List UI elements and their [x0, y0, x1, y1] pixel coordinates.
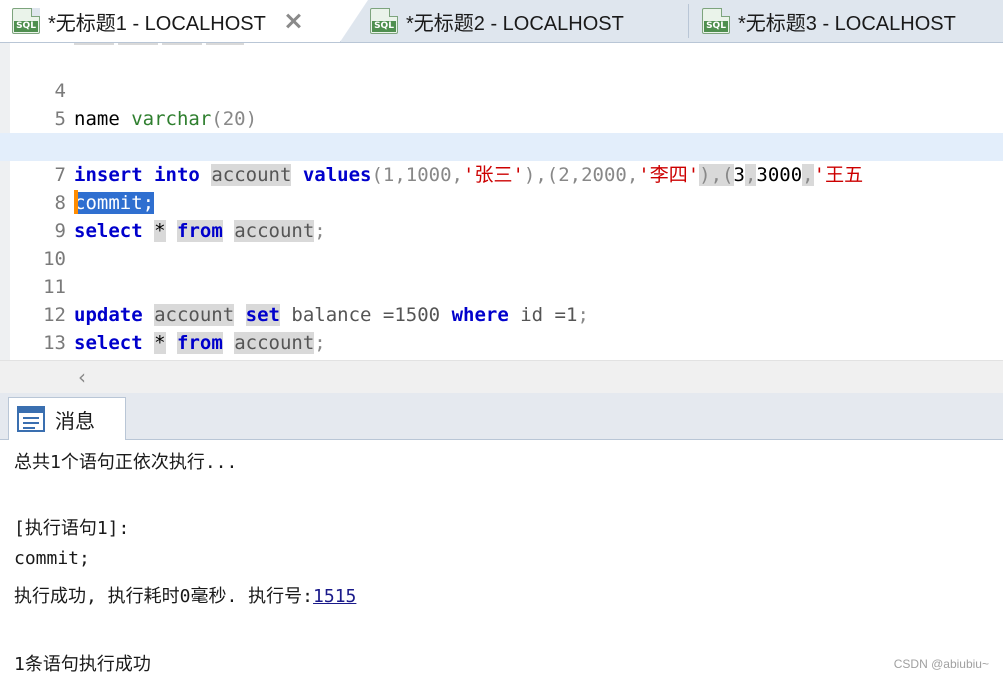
message-statement-sql: commit;	[14, 548, 90, 569]
code-line-11[interactable]: 11 update account set balance =1500 wher…	[0, 245, 1003, 326]
execution-number-link[interactable]: 1515	[313, 586, 356, 607]
message-output: 总共1个语句正依次执行... [执行语句1]: commit; 执行成功, 执行…	[0, 440, 1003, 679]
message-result: 执行成功, 执行耗时0毫秒. 执行号:1515	[14, 586, 357, 607]
sql-file-icon: SQL	[12, 8, 40, 34]
message-statement-header: [执行语句1]:	[14, 518, 130, 539]
tab-label: 消息	[55, 408, 95, 433]
message-summary: 1条语句执行成功	[14, 654, 151, 675]
code-line-6[interactable]: 6 insert into account values(1,1000,'张三'…	[0, 105, 1003, 186]
partially-visible-line	[74, 43, 244, 45]
message-panel-icon	[17, 406, 45, 432]
code-line-5[interactable]: 5 );	[0, 77, 1003, 158]
code-line-9[interactable]: 9	[0, 189, 1003, 242]
code-line-10[interactable]: 10	[0, 217, 1003, 270]
tab-label: *无标题1 - LOCALHOST	[48, 12, 266, 35]
horizontal-scrollbar[interactable]: ‹	[0, 360, 1003, 393]
close-tab-icon[interactable]	[284, 12, 302, 30]
code-line-13[interactable]: 13	[0, 301, 1003, 354]
sql-file-icon: SQL	[702, 8, 730, 34]
code-line-14[interactable]: 14	[0, 329, 1003, 357]
tab-label: *无标题2 - LOCALHOST	[406, 12, 624, 35]
chevron-left-icon[interactable]: ‹	[78, 365, 86, 389]
code-line-12[interactable]: 12 select * from account;	[0, 273, 1003, 354]
sql-file-icon: SQL	[370, 8, 398, 34]
tab-divider	[688, 4, 689, 38]
code-line-7[interactable]: 7 commit;	[0, 133, 1003, 214]
tab-untitled-2[interactable]: SQL *无标题2 - LOCALHOST	[358, 0, 688, 42]
sql-editor[interactable]: 4 name varchar(20) 5 ); 6 insert into ac…	[0, 43, 1003, 360]
result-panel-tab-bar: 消息	[0, 393, 1003, 440]
code-line-4[interactable]: 4 name varchar(20)	[0, 49, 1003, 130]
tab-untitled-3[interactable]: SQL *无标题3 - LOCALHOST	[690, 0, 1003, 42]
message-total: 总共1个语句正依次执行...	[14, 452, 238, 473]
tab-untitled-1[interactable]: SQL *无标题1 - LOCALHOST	[0, 0, 368, 42]
watermark: CSDN @abiubiu~	[893, 657, 989, 671]
editor-tab-bar: SQL *无标题1 - LOCALHOST SQL *无标题2 - LOCALH…	[0, 0, 1003, 43]
tab-messages[interactable]: 消息	[8, 397, 126, 440]
tab-label: *无标题3 - LOCALHOST	[738, 12, 956, 35]
code-line-8[interactable]: 8 select * from account;	[0, 161, 1003, 242]
